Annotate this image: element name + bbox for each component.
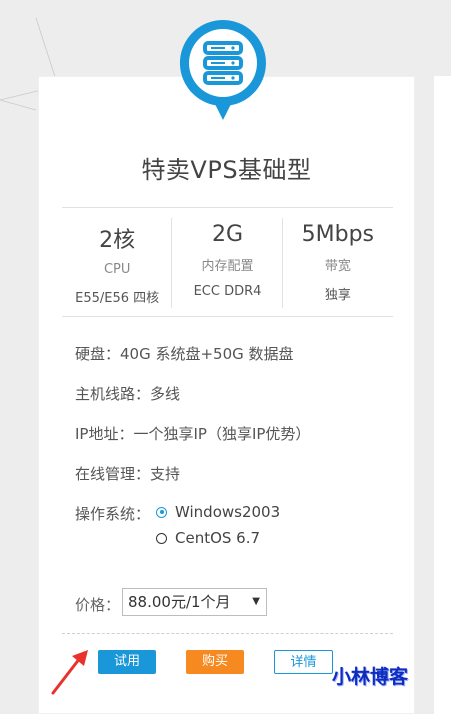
red-arrow-annotation xyxy=(51,650,88,695)
spec-label: 带宽 xyxy=(324,259,351,274)
spec-memory: 2G 内存配置 ECC DDR4 xyxy=(172,208,283,316)
spec-value: 5Mbps xyxy=(301,222,374,247)
price-selected-value: 88.00元/1个月 xyxy=(128,593,231,611)
os-option-centos[interactable]: CentOS 6.7 xyxy=(156,529,260,547)
price-label: 价格： xyxy=(75,596,121,614)
spec-sub: 独享 xyxy=(324,288,351,303)
product-title: 特卖VPS基础型 xyxy=(141,156,312,184)
detail-button[interactable]: 详情 xyxy=(274,650,333,674)
spec-cpu: 2核 CPU E55/E56 四核 xyxy=(62,208,173,316)
divider xyxy=(62,633,393,634)
buy-button[interactable]: 购买 xyxy=(186,650,244,674)
disk-info: 硬盘：40G 系统盘+50G 数据盘 xyxy=(75,345,294,363)
spec-value: 2核 xyxy=(99,228,136,253)
server-icon xyxy=(179,20,266,120)
spec-label: 内存配置 xyxy=(201,259,254,274)
radio-button-checked[interactable] xyxy=(156,506,167,518)
ip-info: IP地址：一个独享IP（独享IP优势） xyxy=(75,425,311,443)
os-option-windows[interactable]: Windows2003 xyxy=(156,503,280,521)
os-option-label: Windows2003 xyxy=(175,503,281,521)
radio-button[interactable] xyxy=(156,532,167,544)
watermark-logo: 小林博客 xyxy=(332,666,409,688)
spec-sub: ECC DDR4 xyxy=(193,284,262,299)
spec-value: 2G xyxy=(211,222,244,247)
management-info: 在线管理：支持 xyxy=(75,465,181,483)
line-info: 主机线路：多线 xyxy=(75,385,181,403)
spec-label: CPU xyxy=(103,262,131,277)
spec-bandwidth: 5Mbps 带宽 独享 xyxy=(283,208,393,316)
price-select[interactable]: 88.00元/1个月 ▼ xyxy=(122,588,267,616)
spec-table: 2核 CPU E55/E56 四核 2G 内存配置 ECC DDR4 5Mbps… xyxy=(62,207,393,317)
os-option-label: CentOS 6.7 xyxy=(175,529,261,547)
spec-sub: E55/E56 四核 xyxy=(75,291,160,306)
trial-button[interactable]: 试用 xyxy=(98,650,156,674)
caret-down-icon: ▼ xyxy=(252,596,260,607)
os-label: 操作系统： xyxy=(75,505,151,523)
next-product-card xyxy=(434,76,451,714)
